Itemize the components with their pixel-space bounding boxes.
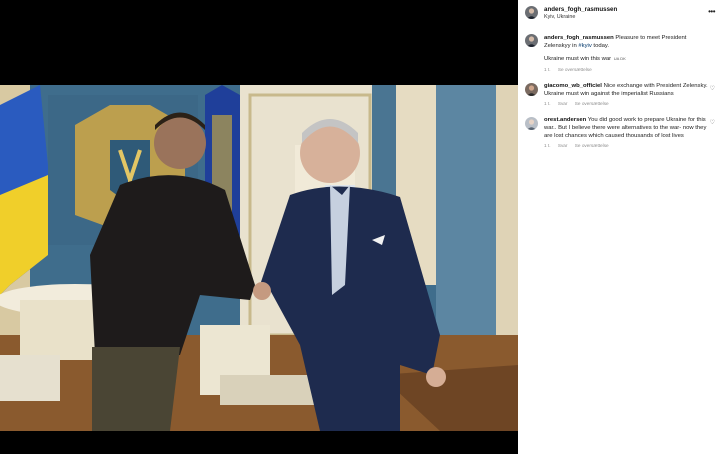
caption-line-2: Ukraine must win this war UA DK bbox=[544, 56, 626, 62]
comment-age: 1 t. bbox=[544, 101, 551, 106]
comment-avatar[interactable] bbox=[525, 83, 538, 96]
media-pane bbox=[0, 0, 518, 454]
caption-text-end: today. bbox=[591, 43, 610, 49]
avatar[interactable] bbox=[525, 6, 538, 19]
caption-avatar[interactable] bbox=[525, 34, 538, 47]
caption-age: 1 t. bbox=[544, 67, 551, 72]
avatar-image bbox=[525, 117, 538, 130]
flag-emojis: UA DK bbox=[613, 56, 626, 61]
comment-username[interactable]: giacomo_wb_officiel bbox=[544, 83, 602, 89]
post-author-username[interactable]: anders_fogh_rasmussen bbox=[544, 6, 617, 13]
see-translation-link[interactable]: Se oversættelse bbox=[575, 101, 609, 106]
heart-icon[interactable]: ♡ bbox=[710, 119, 715, 126]
avatar-image bbox=[525, 83, 538, 96]
post-header: anders_fogh_rasmussen Kyiv, Ukraine ••• bbox=[518, 0, 720, 26]
comment-meta: 1 t. Svar Se oversættelse bbox=[544, 143, 615, 148]
comment-age: 1 t. bbox=[544, 143, 551, 148]
caption-statement: Ukraine must win this war bbox=[544, 56, 612, 62]
more-icon[interactable]: ••• bbox=[708, 8, 715, 16]
caption-meta: 1 t. Se oversættelse bbox=[544, 67, 598, 72]
heart-icon[interactable]: ♡ bbox=[710, 85, 715, 92]
photo-illustration bbox=[0, 85, 518, 431]
comment-text: orest.andersen You did good work to prep… bbox=[544, 117, 714, 140]
comment-meta: 1 t. Svar Se oversættelse bbox=[544, 101, 615, 106]
avatar-image bbox=[525, 6, 538, 19]
see-translation-link[interactable]: Se oversættelse bbox=[575, 143, 609, 148]
reply-link[interactable]: Svar bbox=[558, 143, 568, 148]
comment-username[interactable]: orest.andersen bbox=[544, 117, 586, 123]
caption-username[interactable]: anders_fogh_rasmussen bbox=[544, 35, 614, 41]
caption-text: anders_fogh_rasmussen Pleasure to meet P… bbox=[544, 34, 714, 50]
post-location[interactable]: Kyiv, Ukraine bbox=[544, 14, 575, 20]
comments-pane: anders_fogh_rasmussen Kyiv, Ukraine ••• … bbox=[518, 0, 720, 454]
reply-link[interactable]: Svar bbox=[558, 101, 568, 106]
avatar-image bbox=[525, 34, 538, 47]
hashtag-link[interactable]: #kyiv bbox=[578, 43, 591, 49]
see-translation-link[interactable]: Se oversættelse bbox=[558, 67, 592, 72]
comment-text: giacomo_wb_officiel Nice exchange with P… bbox=[544, 83, 714, 99]
comment-avatar[interactable] bbox=[525, 117, 538, 130]
post-photo[interactable] bbox=[0, 85, 518, 431]
